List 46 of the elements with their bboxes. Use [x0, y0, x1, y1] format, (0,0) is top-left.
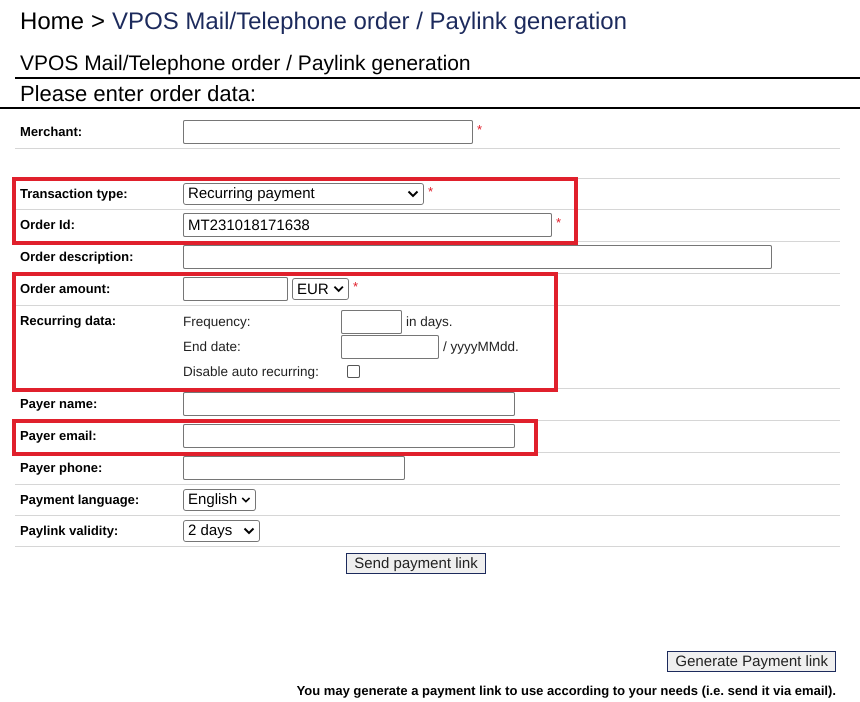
send-payment-link-button[interactable]: Send payment link [346, 553, 486, 574]
field-hint: in days. [406, 314, 453, 329]
field-label: Frequency: [183, 314, 252, 329]
field-label: Payer name: [19, 395, 98, 413]
field-label: Payer phone: [19, 459, 104, 477]
field-label: Recurring data: [19, 312, 118, 330]
chevron-down-icon [241, 496, 251, 504]
breadcrumb-separator: > [91, 8, 106, 36]
field-label: Transaction type: [19, 185, 129, 203]
field-label: Disable auto recurring: [183, 364, 320, 379]
input-field[interactable] [183, 424, 515, 448]
input-field[interactable] [341, 334, 439, 358]
chevron-down-icon [407, 190, 419, 198]
field-label: Order description: [19, 248, 134, 266]
home-link[interactable]: Home [20, 8, 84, 36]
input-field[interactable] [183, 392, 515, 416]
breadcrumb-current: VPOS Mail/Telephone order / Paylink generation [112, 8, 628, 36]
chevron-down-icon [332, 285, 344, 293]
chevron-down-icon [243, 526, 255, 534]
input-field[interactable] [183, 456, 405, 480]
generate-payment-link-button[interactable]: Generate Payment link [667, 651, 836, 672]
input-field[interactable] [183, 120, 473, 144]
page-title: VPOS Mail/Telephone order / Paylink generation [15, 52, 860, 79]
field-label: Paylink validity: [19, 522, 120, 540]
field-label: End date: [183, 339, 242, 354]
required-mark: * [477, 122, 482, 137]
required-mark: * [428, 184, 434, 199]
field-label: Order amount: [19, 280, 112, 298]
required-mark: * [353, 279, 358, 294]
input-field[interactable]: MT231018171638 [183, 213, 552, 237]
field-hint: / yyyyMMdd. [443, 339, 519, 354]
required-mark: * [556, 215, 562, 230]
dropdown[interactable]: English [183, 488, 256, 510]
input-field[interactable] [183, 245, 772, 269]
dropdown[interactable]: EUR [292, 278, 349, 300]
dropdown[interactable]: Recurring payment [183, 182, 424, 204]
footnote: You may generate a payment link to use according to your needs (i.e. send it via email). [296, 683, 836, 698]
section-title: Please enter order data: [19, 81, 258, 107]
dropdown[interactable]: 2 days [183, 520, 260, 542]
field-label: Order Id: [19, 216, 76, 234]
checkbox[interactable] [347, 365, 360, 378]
input-field[interactable] [183, 277, 288, 301]
field-label: Payer email: [19, 427, 98, 445]
field-label: Payment language: [19, 491, 140, 509]
input-field[interactable] [341, 310, 402, 334]
field-label: Merchant: [19, 123, 84, 141]
